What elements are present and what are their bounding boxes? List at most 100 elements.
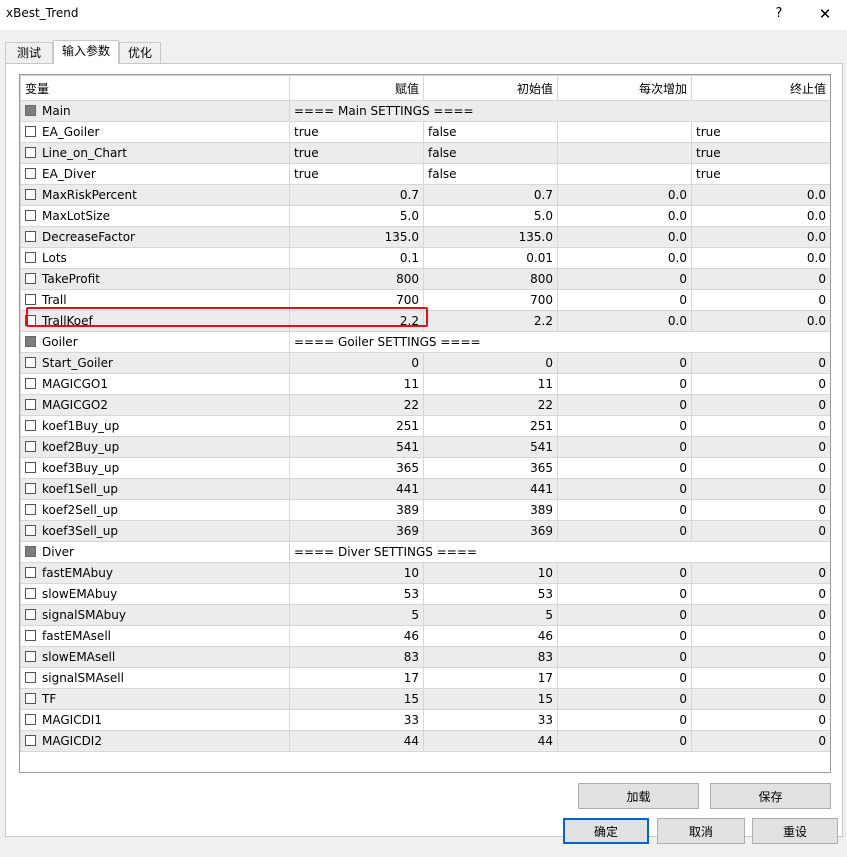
cell-start[interactable]: 0 bbox=[423, 352, 558, 374]
cell-stop[interactable]: 0 bbox=[691, 436, 830, 458]
cell-step[interactable]: 0 bbox=[557, 499, 692, 521]
cell-stop[interactable]: 0 bbox=[691, 562, 830, 584]
cell-step[interactable]: 0 bbox=[557, 415, 692, 437]
optimize-checkbox[interactable] bbox=[25, 651, 36, 662]
cell-value[interactable]: 11 bbox=[289, 373, 424, 395]
parameter-name-cell[interactable]: DecreaseFactor bbox=[20, 226, 290, 248]
table-row[interactable]: koef1Sell_up 441 441 0 0 bbox=[20, 478, 830, 500]
table-row[interactable]: EA_Diver true false true bbox=[20, 163, 830, 185]
optimize-checkbox[interactable] bbox=[25, 693, 36, 704]
cell-value[interactable]: 5 bbox=[289, 604, 424, 626]
parameter-name-cell[interactable]: Diver bbox=[20, 541, 290, 563]
cell-stop[interactable]: 0 bbox=[691, 604, 830, 626]
parameter-name-cell[interactable]: TakeProfit bbox=[20, 268, 290, 290]
table-row[interactable]: MaxRiskPercent 0.7 0.7 0.0 0.0 bbox=[20, 184, 830, 206]
table-row[interactable]: TakeProfit 800 800 0 0 bbox=[20, 268, 830, 290]
cell-stop[interactable]: 0.0 bbox=[691, 247, 830, 269]
cell-stop[interactable]: 0 bbox=[691, 583, 830, 605]
cell-value[interactable]: true bbox=[289, 142, 424, 164]
cell-value[interactable]: 0.1 bbox=[289, 247, 424, 269]
cell-step[interactable]: 0 bbox=[557, 562, 692, 584]
help-button[interactable]: ? bbox=[766, 2, 792, 26]
cell-step[interactable]: 0 bbox=[557, 289, 692, 311]
cell-value[interactable]: 700 bbox=[289, 289, 424, 311]
optimize-checkbox[interactable] bbox=[25, 273, 36, 284]
cell-stop[interactable]: 0.0 bbox=[691, 184, 830, 206]
parameter-name-cell[interactable]: MaxLotSize bbox=[20, 205, 290, 227]
cell-value[interactable]: 441 bbox=[289, 478, 424, 500]
cell-value[interactable]: 17 bbox=[289, 667, 424, 689]
load-button[interactable]: 加载 bbox=[578, 783, 699, 809]
optimize-checkbox[interactable] bbox=[25, 210, 36, 221]
cell-stop[interactable]: 0.0 bbox=[691, 205, 830, 227]
column-header-stop[interactable]: 终止值 bbox=[691, 75, 830, 101]
parameter-name-cell[interactable]: signalSMAbuy bbox=[20, 604, 290, 626]
parameter-name-cell[interactable]: Line_on_Chart bbox=[20, 142, 290, 164]
cell-value[interactable]: 53 bbox=[289, 583, 424, 605]
optimize-checkbox[interactable] bbox=[25, 546, 36, 557]
optimize-checkbox[interactable] bbox=[25, 315, 36, 326]
optimize-checkbox[interactable] bbox=[25, 672, 36, 683]
cell-value[interactable]: 541 bbox=[289, 436, 424, 458]
optimize-checkbox[interactable] bbox=[25, 483, 36, 494]
cell-stop[interactable]: 0 bbox=[691, 415, 830, 437]
optimize-checkbox[interactable] bbox=[25, 420, 36, 431]
optimize-checkbox[interactable] bbox=[25, 336, 36, 347]
parameter-name-cell[interactable]: slowEMAbuy bbox=[20, 583, 290, 605]
cell-start[interactable]: 0.7 bbox=[423, 184, 558, 206]
group-row[interactable]: Main ==== Main SETTINGS ==== bbox=[20, 100, 830, 122]
optimize-checkbox[interactable] bbox=[25, 294, 36, 305]
table-row[interactable]: slowEMAsell 83 83 0 0 bbox=[20, 646, 830, 668]
optimize-checkbox[interactable] bbox=[25, 231, 36, 242]
optimize-checkbox[interactable] bbox=[25, 504, 36, 515]
save-button[interactable]: 保存 bbox=[710, 783, 831, 809]
table-row[interactable]: Start_Goiler 0 0 0 0 bbox=[20, 352, 830, 374]
cell-stop[interactable]: 0 bbox=[691, 352, 830, 374]
table-row[interactable]: MaxLotSize 5.0 5.0 0.0 0.0 bbox=[20, 205, 830, 227]
cell-value[interactable]: 389 bbox=[289, 499, 424, 521]
tab-optimization[interactable]: 优化 bbox=[119, 42, 161, 63]
optimize-checkbox[interactable] bbox=[25, 609, 36, 620]
cell-start[interactable]: false bbox=[423, 142, 558, 164]
cell-value[interactable]: 44 bbox=[289, 730, 424, 752]
table-row[interactable]: fastEMAbuy 10 10 0 0 bbox=[20, 562, 830, 584]
parameter-name-cell[interactable]: Start_Goiler bbox=[20, 352, 290, 374]
parameters-grid[interactable]: 变量 赋值 初始值 每次增加 终止值 Main ==== Main SETTING… bbox=[19, 74, 831, 773]
cell-start[interactable]: 389 bbox=[423, 499, 558, 521]
cell-value[interactable]: 22 bbox=[289, 394, 424, 416]
optimize-checkbox[interactable] bbox=[25, 525, 36, 536]
optimize-checkbox[interactable] bbox=[25, 189, 36, 200]
optimize-checkbox[interactable] bbox=[25, 441, 36, 452]
table-row[interactable]: MAGICGO1 11 11 0 0 bbox=[20, 373, 830, 395]
cell-stop[interactable]: 0 bbox=[691, 373, 830, 395]
column-header-name[interactable]: 变量 bbox=[20, 75, 290, 101]
parameter-name-cell[interactable]: EA_Goiler bbox=[20, 121, 290, 143]
cell-value[interactable]: 0 bbox=[289, 352, 424, 374]
cell-step[interactable]: 0 bbox=[557, 352, 692, 374]
cell-start[interactable]: 15 bbox=[423, 688, 558, 710]
cell-step[interactable]: 0 bbox=[557, 373, 692, 395]
table-row[interactable]: MAGICGO2 22 22 0 0 bbox=[20, 394, 830, 416]
cell-stop[interactable]: true bbox=[691, 163, 830, 185]
cell-value[interactable]: 251 bbox=[289, 415, 424, 437]
cell-step[interactable]: 0 bbox=[557, 268, 692, 290]
cell-start[interactable]: 135.0 bbox=[423, 226, 558, 248]
table-row[interactable]: EA_Goiler true false true bbox=[20, 121, 830, 143]
cell-start[interactable]: 44 bbox=[423, 730, 558, 752]
cell-stop[interactable]: 0 bbox=[691, 394, 830, 416]
parameter-name-cell[interactable]: EA_Diver bbox=[20, 163, 290, 185]
cell-value[interactable]: 800 bbox=[289, 268, 424, 290]
cell-step[interactable]: 0.0 bbox=[557, 184, 692, 206]
parameter-name-cell[interactable]: Lots bbox=[20, 247, 290, 269]
parameter-name-cell[interactable]: MAGICGO1 bbox=[20, 373, 290, 395]
cell-start[interactable]: 700 bbox=[423, 289, 558, 311]
parameter-name-cell[interactable]: TF bbox=[20, 688, 290, 710]
parameter-name-cell[interactable]: koef3Buy_up bbox=[20, 457, 290, 479]
optimize-checkbox[interactable] bbox=[25, 735, 36, 746]
cell-value[interactable]: 46 bbox=[289, 625, 424, 647]
optimize-checkbox[interactable] bbox=[25, 630, 36, 641]
cell-step[interactable]: 0.0 bbox=[557, 205, 692, 227]
cell-start[interactable]: 46 bbox=[423, 625, 558, 647]
cell-stop[interactable]: 0 bbox=[691, 646, 830, 668]
parameter-name-cell[interactable]: MAGICGO2 bbox=[20, 394, 290, 416]
